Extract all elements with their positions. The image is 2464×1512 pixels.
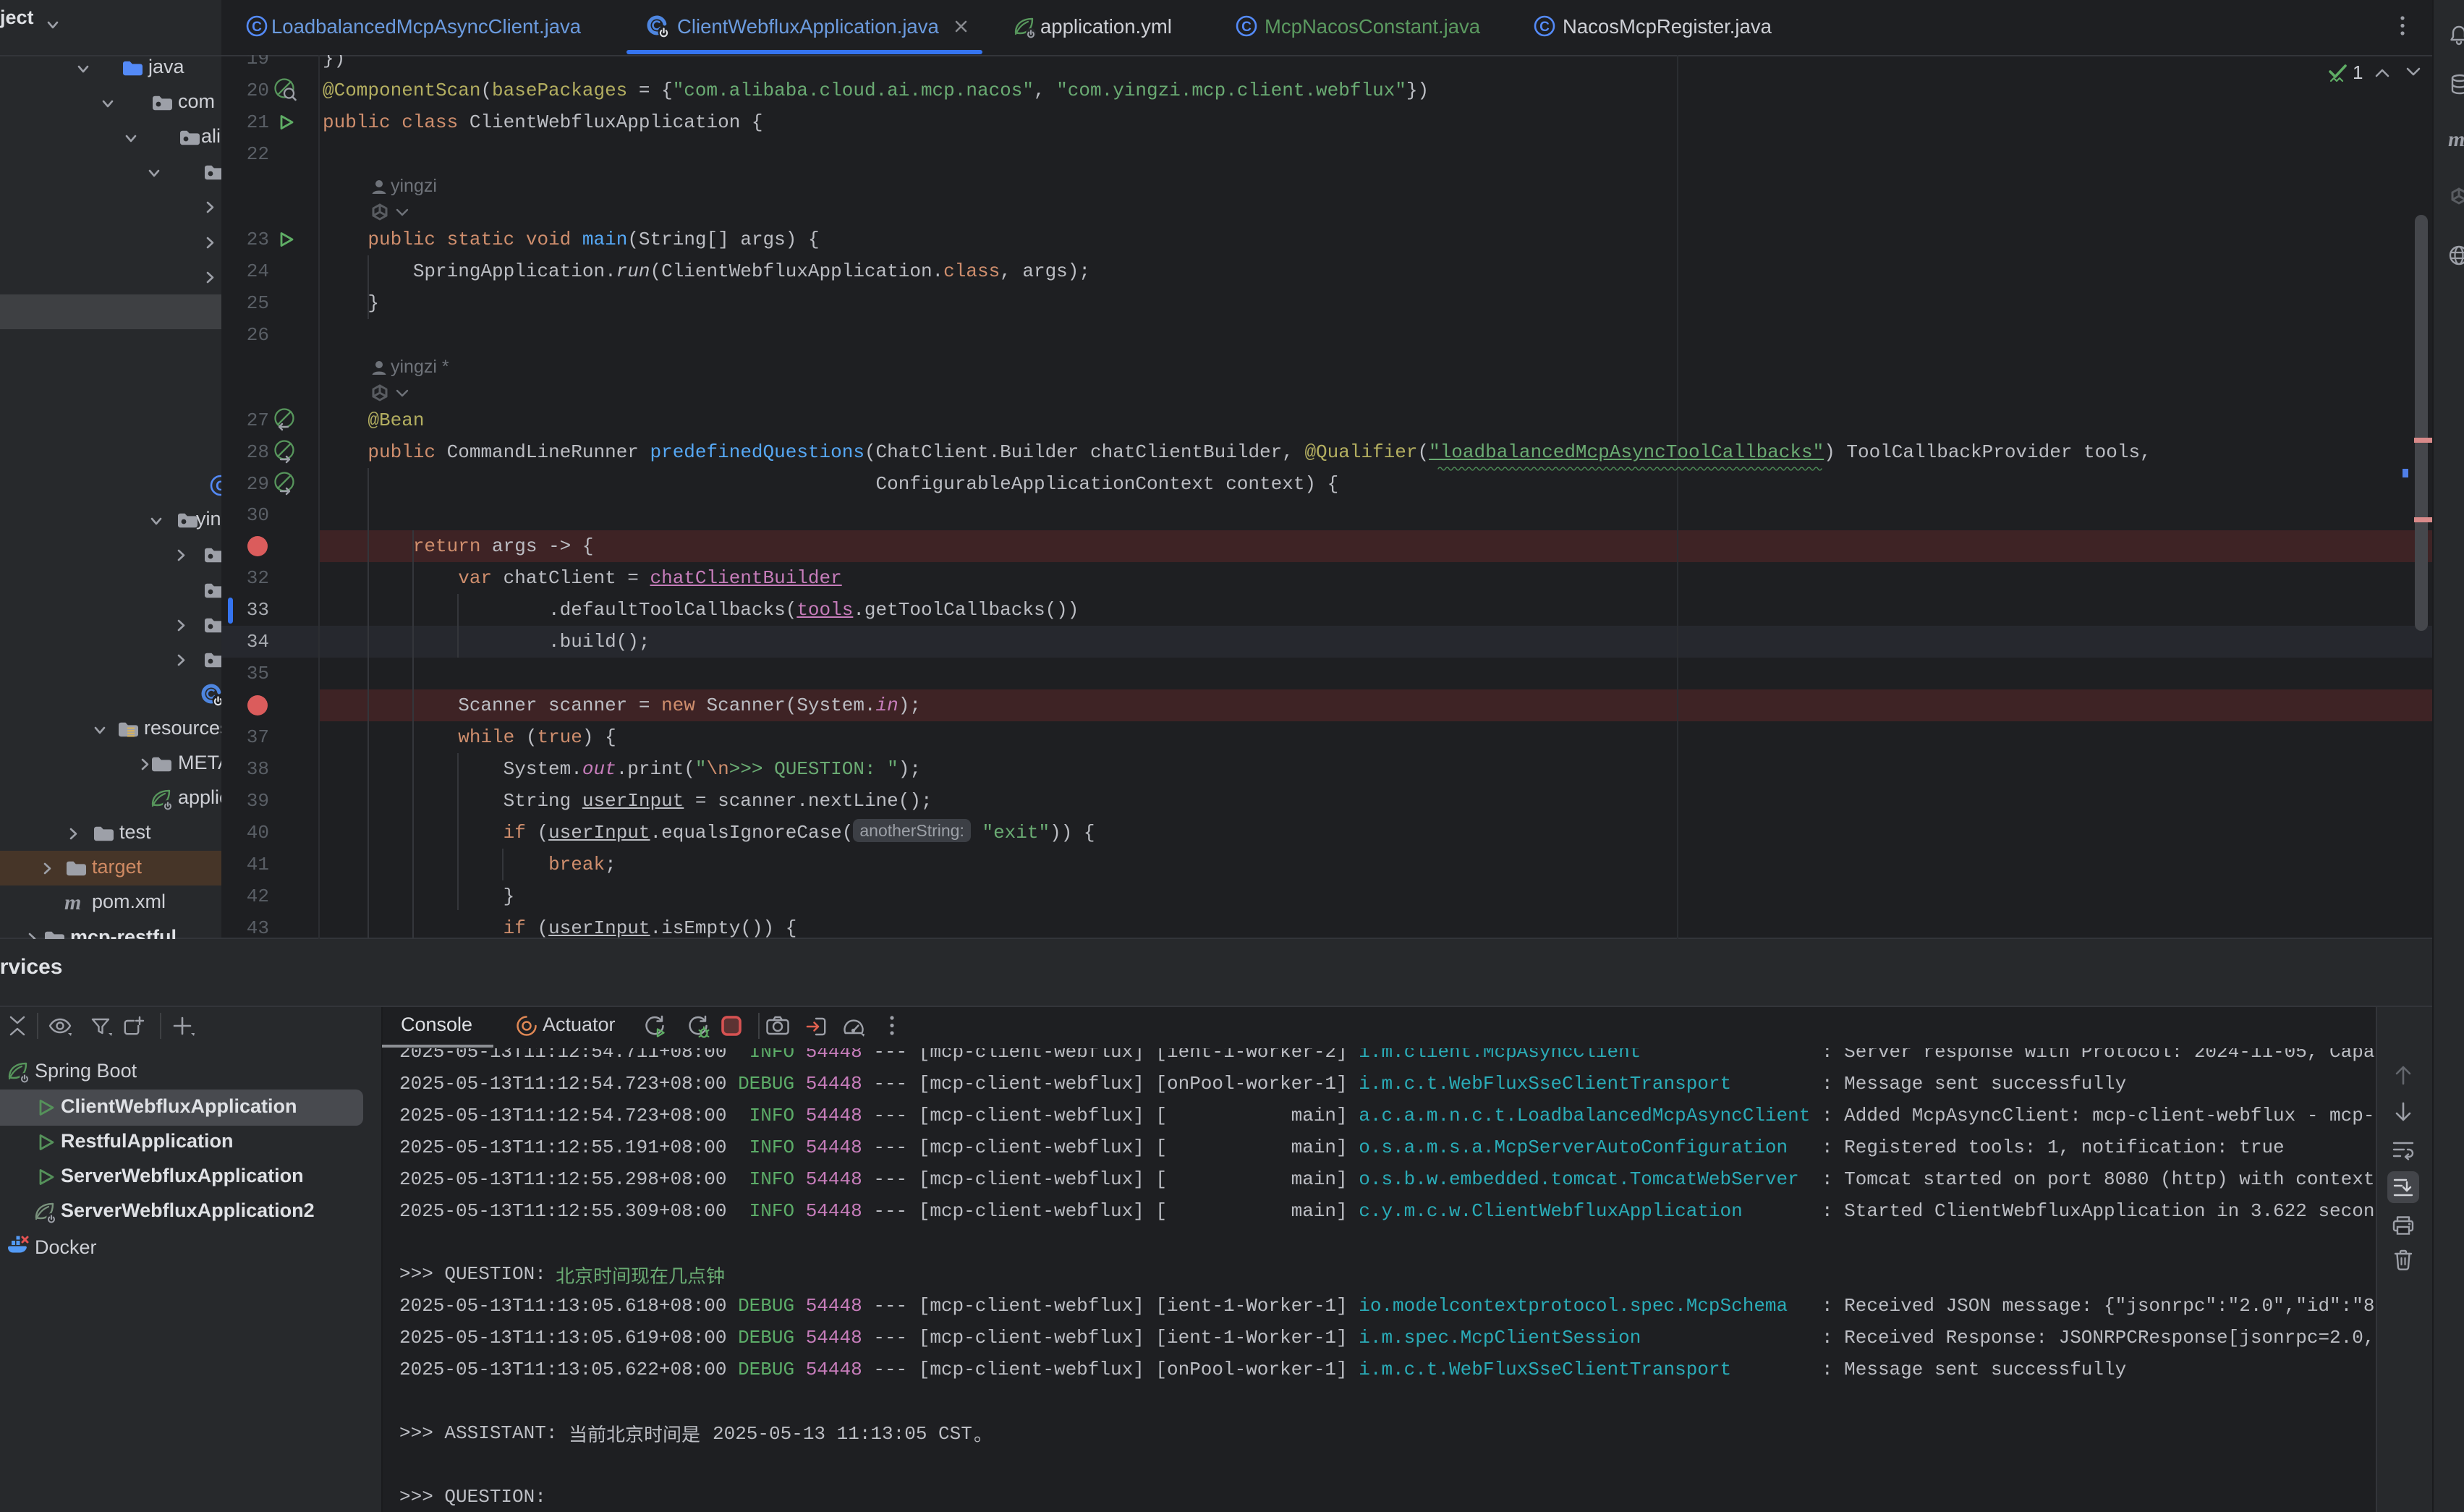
svg-text:m: m xyxy=(64,891,81,914)
svg-text:m: m xyxy=(2448,127,2464,151)
svg-text:C: C xyxy=(1539,20,1550,35)
svg-text:C: C xyxy=(252,20,262,35)
svg-text:C: C xyxy=(1241,20,1252,35)
svg-text:C: C xyxy=(216,479,221,494)
